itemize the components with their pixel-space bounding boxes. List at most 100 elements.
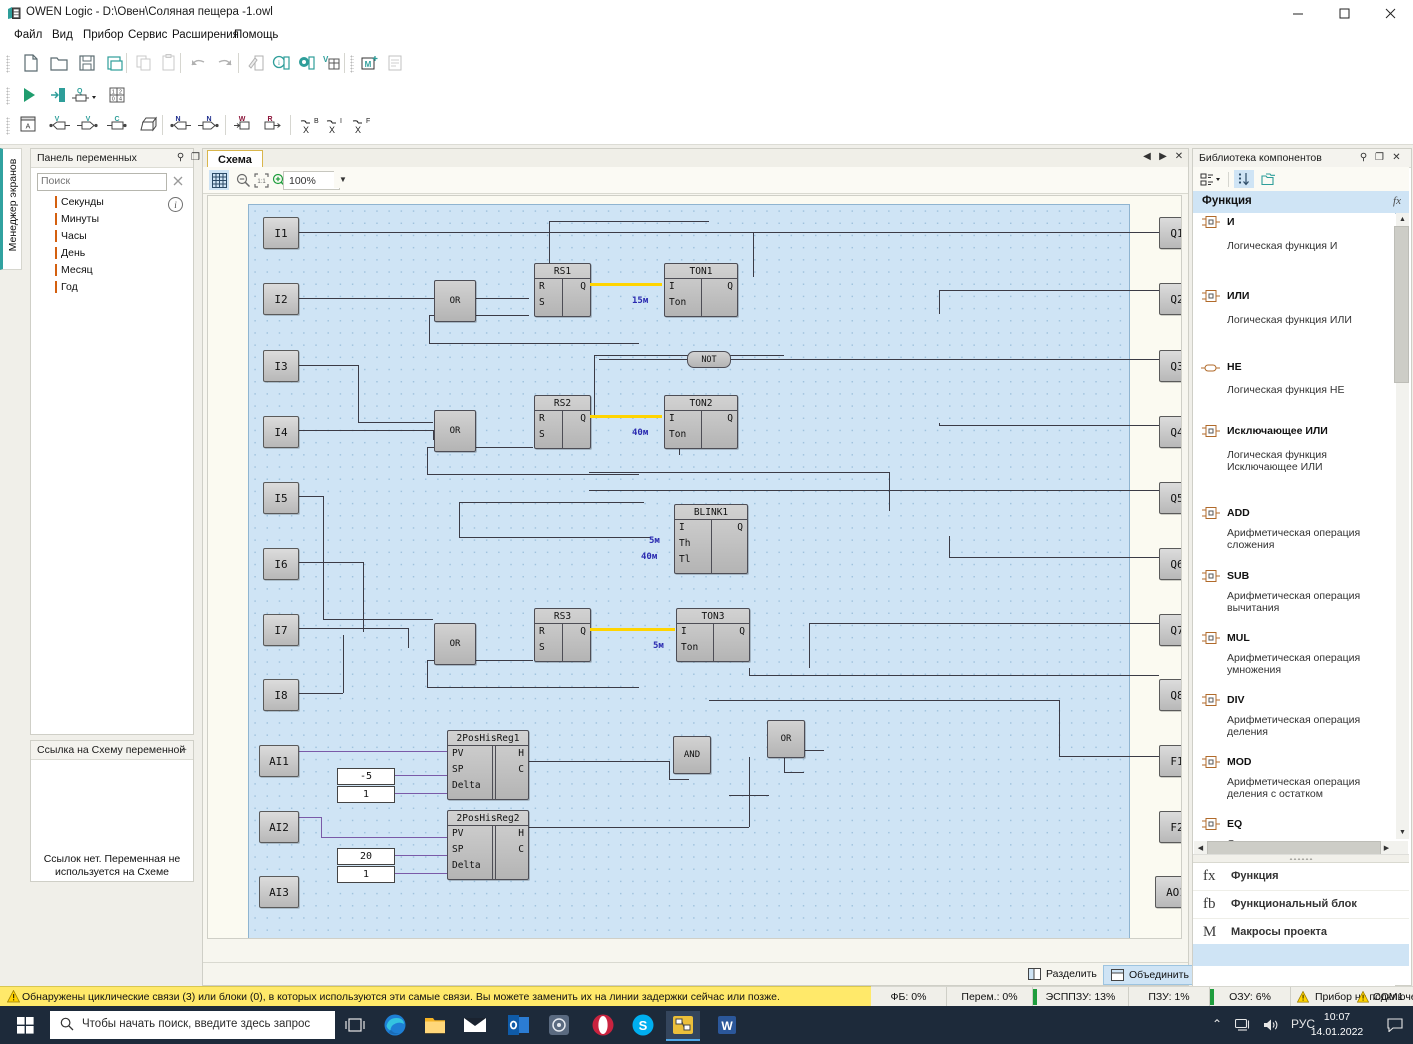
screen-icon[interactable]: A [16,112,42,138]
add-macro-icon[interactable]: M [356,50,382,76]
to-i-icon[interactable]: IX [321,112,347,138]
run-icon[interactable] [16,82,42,108]
output-terminal[interactable]: F1 [1159,745,1181,777]
input-terminal[interactable]: I4 [263,416,299,448]
network-icon[interactable] [1234,1018,1251,1035]
list-item[interactable]: DIV Арифметическая операция деления [1193,691,1395,753]
ton2-parameter[interactable]: 40м [632,428,648,438]
search-input[interactable] [38,174,164,188]
output-block-icon[interactable] [136,112,162,138]
library-section-header[interactable]: Функция fx [1193,191,1409,214]
blink1-tl-parameter[interactable]: 40м [641,552,657,562]
menu-item-extensions[interactable]: Расширения [172,29,239,41]
restore-icon[interactable]: ❐ [189,151,202,164]
outlook-icon[interactable] [502,1011,536,1039]
list-item[interactable]: Секунды [37,194,186,211]
tab-next-icon[interactable]: ▶ [1158,151,1168,162]
list-item[interactable]: Исключающее ИЛИ Логическая функция Исклю… [1193,422,1395,504]
category-function[interactable]: fx Функция [1193,863,1409,891]
expand-collapse-icon[interactable] [1258,170,1278,188]
input-terminal[interactable]: AI2 [259,811,299,843]
function-block-ton1[interactable]: TON1 I Ton Q [664,263,738,317]
or-gate[interactable]: OR [767,720,805,758]
constant-delta-2[interactable]: 1 [337,866,395,883]
toolbar-grip[interactable] [6,117,10,135]
edge-icon[interactable] [378,1011,412,1039]
or-gate[interactable]: OR [434,280,476,322]
block-input-pin[interactable]: R [539,626,545,637]
function-block-2poshisreg2[interactable]: 2PosHisReg2 PV SP Delta H C [447,810,529,880]
group-view-icon[interactable] [1199,170,1223,188]
windows-start-icon[interactable] [8,1012,42,1038]
function-block-ton2[interactable]: TON2 I Ton Q [664,395,738,449]
block-input-pin[interactable]: PV [452,748,463,759]
input-n-icon[interactable]: N [167,112,193,138]
and-gate[interactable]: AND [673,736,711,774]
output-v-icon[interactable]: V [76,112,102,138]
block-input-pin[interactable]: SP [452,764,463,775]
ton1-parameter[interactable]: 15м [632,296,648,306]
calculator-icon[interactable]: 1204 [104,82,130,108]
block-output-pin[interactable]: Q [739,626,745,637]
block-input-pin[interactable]: PV [452,828,463,839]
output-terminal[interactable]: F2 [1159,811,1181,843]
input-terminal[interactable]: I2 [263,283,299,315]
output-terminal[interactable]: Q3 [1159,350,1181,382]
warning-strip[interactable]: Обнаружены циклические связи (3) или бло… [0,986,871,1007]
blink1-th-parameter[interactable]: 5м [649,536,660,546]
block-input-pin[interactable]: I [669,413,675,424]
block-output-pin[interactable]: Q [580,281,586,292]
block-output-pin[interactable]: H [518,748,524,759]
function-block-ton3[interactable]: TON3 I Ton Q [676,608,750,662]
maximize-button[interactable] [1321,0,1367,26]
constant-delta-1[interactable]: 1 [337,786,395,803]
block-output-pin[interactable]: Q [737,522,743,533]
output-terminal[interactable]: AO1 [1155,876,1181,908]
block-input-pin[interactable]: Ton [681,642,698,653]
block-output-pin[interactable]: Q [580,413,586,424]
block-output-pin[interactable]: Q [580,626,586,637]
block-input-pin[interactable]: Ton [669,429,686,440]
scroll-up-icon[interactable]: ▲ [1396,213,1409,226]
block-output-pin[interactable]: H [518,828,524,839]
block-input-pin[interactable]: S [539,429,545,440]
chevron-down-icon[interactable]: ▼ [334,171,352,188]
list-item[interactable]: День [37,245,186,262]
output-terminal[interactable]: Q4 [1159,416,1181,448]
block-output-pin[interactable]: C [518,844,524,855]
output-terminal[interactable]: Q7 [1159,614,1181,646]
volume-icon[interactable] [1263,1018,1279,1035]
function-block-rs1[interactable]: RS1 R S Q [534,263,591,317]
block-input-pin[interactable]: Delta [452,780,481,791]
device-info-icon[interactable]: i [268,50,294,76]
list-item[interactable]: MOD Арифметическая операция деления с ос… [1193,753,1395,815]
not-gate[interactable]: NOT [687,351,731,368]
block-output-pin[interactable]: Q [727,413,733,424]
input-terminal[interactable]: I8 [263,679,299,711]
tab-close-icon[interactable]: ✕ [1174,151,1184,162]
mail-icon[interactable] [458,1011,492,1039]
block-input-pin[interactable]: Th [679,538,690,549]
input-terminal[interactable]: I6 [263,548,299,580]
ton3-parameter[interactable]: 5м [653,641,664,651]
sort-icon[interactable] [1234,170,1254,188]
input-terminal[interactable]: I5 [263,482,299,514]
read-r-icon[interactable]: R [260,112,286,138]
list-item[interactable]: Часы [37,228,186,245]
split-button[interactable]: Разделить [1021,965,1104,983]
input-terminal[interactable]: I3 [263,350,299,382]
list-item[interactable]: И Логическая функция И [1193,213,1395,287]
list-item[interactable]: Минуты [37,211,186,228]
or-gate[interactable]: OR [434,410,476,452]
save-icon[interactable] [74,50,100,76]
menu-item-file[interactable]: Файл [14,29,42,41]
block-input-pin[interactable]: I [681,626,687,637]
output-n-icon[interactable]: N [197,112,223,138]
scroll-left-icon[interactable]: ◀ [1194,841,1207,854]
to-f-icon[interactable]: FX [347,112,373,138]
menu-item-view[interactable]: Вид [52,29,73,41]
taskbar-search-box[interactable]: Чтобы начать поиск, введите здесь запрос [50,1011,335,1039]
menu-item-service[interactable]: Сервис [128,29,167,41]
function-block-rs2[interactable]: RS2 R S Q [534,395,591,449]
pin-icon[interactable]: ⚲ [1357,151,1370,164]
